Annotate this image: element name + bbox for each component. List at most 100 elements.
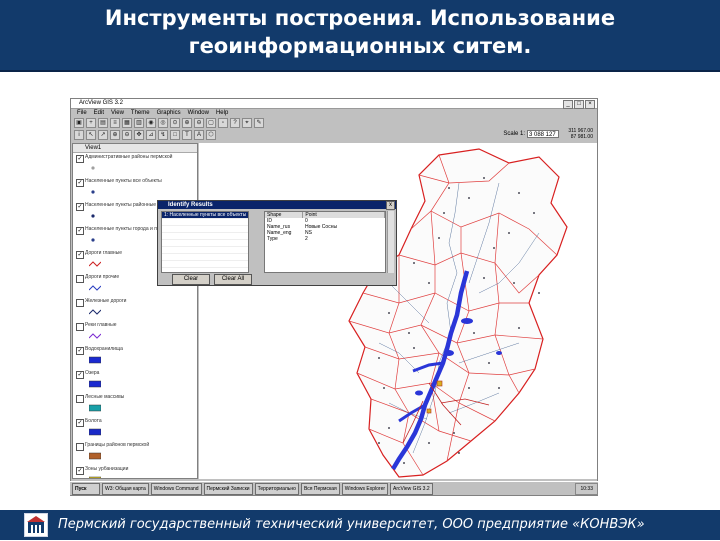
layer-entry[interactable]: Реки главные — [73, 321, 197, 345]
layer-symbol-icon — [89, 285, 101, 291]
layer-visibility-checkbox[interactable] — [76, 299, 84, 307]
save-icon[interactable]: ▣ — [74, 117, 84, 128]
menu-graphics[interactable]: Graphics — [157, 109, 181, 117]
layer-visibility-checkbox[interactable]: ✓ — [76, 347, 84, 355]
list-item[interactable] — [162, 233, 248, 240]
menu-edit[interactable]: Edit — [94, 109, 104, 117]
legend-icon[interactable]: ≡ — [110, 117, 120, 128]
text-icon[interactable]: A — [194, 129, 204, 140]
list-item[interactable] — [162, 219, 248, 226]
taskbar-item[interactable]: Windows Explorer — [341, 482, 389, 495]
menu-help[interactable]: Help — [216, 109, 228, 117]
layer-entry[interactable]: ✓ Болота — [73, 417, 197, 441]
layer-symbol-icon — [89, 309, 101, 315]
layer-entry[interactable]: Границы районов пермской — [73, 441, 197, 465]
select-icon[interactable]: ▢ — [206, 117, 216, 128]
zoom-out-icon[interactable]: ⊖ — [194, 117, 204, 128]
measure-icon[interactable]: ⊿ — [146, 129, 156, 140]
chart-icon[interactable]: ▥ — [134, 117, 144, 128]
locate-icon[interactable]: ⌖ — [242, 117, 252, 128]
identify-feature-list[interactable]: 1: Населенные пункты все объекты — [161, 211, 249, 273]
pan-icon[interactable]: ✥ — [134, 129, 144, 140]
slide-footer: Пермский государственный технический уни… — [0, 510, 720, 540]
table-of-contents: View1 ✓ Административные районы пермской ✓… — [72, 143, 198, 479]
list-item[interactable] — [162, 226, 248, 233]
list-item[interactable] — [162, 254, 248, 261]
scale-input[interactable]: 3 088 127 — [527, 130, 559, 138]
zoom-active-icon[interactable]: ◎ — [158, 117, 168, 128]
layer-name: Лесные массивы — [85, 394, 125, 400]
layer-entry[interactable]: Железные дороги — [73, 297, 197, 321]
layer-name: Границы районов пермской — [85, 442, 150, 448]
zoom-selected-icon[interactable]: ⊙ — [170, 117, 180, 128]
layer-visibility-checkbox[interactable]: ✓ — [76, 179, 84, 187]
label-icon[interactable]: T — [182, 129, 192, 140]
layer-entry[interactable]: ✓ Населенные пункты все объекты — [73, 177, 197, 201]
menu-file[interactable]: File — [77, 109, 87, 117]
layer-visibility-checkbox[interactable] — [76, 395, 84, 403]
hotlink-icon[interactable]: ↯ — [158, 129, 168, 140]
dialog-close-button[interactable]: x — [386, 201, 395, 210]
zoom-in-icon[interactable]: ⊕ — [182, 117, 192, 128]
layer-entry[interactable]: Лесные массивы — [73, 393, 197, 417]
coordinate-readout: 311 967.00 87 981.00 — [568, 128, 593, 140]
layer-symbol-icon — [89, 356, 101, 364]
pointer-icon[interactable]: ↖ — [86, 129, 96, 140]
maximize-button[interactable]: □ — [574, 100, 584, 109]
map-display[interactable] — [199, 143, 597, 479]
layer-name: Водохранилища — [85, 346, 123, 352]
list-item[interactable] — [162, 240, 248, 247]
layer-visibility-checkbox[interactable] — [76, 323, 84, 331]
taskbar-item[interactable]: Территориально — [254, 482, 299, 495]
window-titlebar: ArcView GIS 3.2 _ □ × — [71, 99, 597, 109]
zoom-full-icon[interactable]: ◉ — [146, 117, 156, 128]
list-item[interactable]: 1: Населенные пункты все объекты — [162, 212, 248, 219]
start-button[interactable]: Пуск — [72, 482, 100, 495]
vertex-edit-icon[interactable]: ↗ — [98, 129, 108, 140]
taskbar-item[interactable]: W3: Общая карта — [102, 482, 149, 495]
layer-entry[interactable]: ✓ Административные районы пермской — [73, 153, 197, 177]
layer-visibility-checkbox[interactable]: ✓ — [76, 419, 84, 427]
properties-icon[interactable]: ▤ — [98, 117, 108, 128]
list-item[interactable] — [162, 247, 248, 254]
layer-entry[interactable]: ✓ Зоны урбанизации — [73, 465, 197, 478]
layer-visibility-checkbox[interactable]: ✓ — [76, 371, 84, 379]
identify-icon[interactable]: i — [74, 129, 84, 140]
help-icon[interactable]: ✎ — [254, 117, 264, 128]
menu-view[interactable]: View — [111, 109, 124, 117]
layer-visibility-checkbox[interactable]: ✓ — [76, 467, 84, 475]
menu-theme[interactable]: Theme — [131, 109, 150, 117]
layer-visibility-checkbox[interactable] — [76, 275, 84, 283]
menu-window[interactable]: Window — [188, 109, 209, 117]
query-icon[interactable]: ? — [230, 117, 240, 128]
taskbar-item[interactable]: Пермский Записки — [203, 482, 253, 495]
slide-title: Инструменты построения. Использование ге… — [0, 4, 720, 60]
clear-select-icon[interactable]: ▫ — [218, 117, 228, 128]
taskbar-item[interactable]: Вся Пермская — [300, 482, 340, 495]
draw-icon[interactable]: ⬡ — [206, 129, 216, 140]
taskbar-item[interactable]: Windows Command — [150, 482, 202, 495]
layer-name: Железные дороги — [85, 298, 127, 304]
map-canvas[interactable] — [199, 143, 597, 479]
zoom-tool-icon[interactable]: ⊕ — [110, 129, 120, 140]
add-theme-icon[interactable]: + — [86, 117, 96, 128]
attribute-table: Shape Point ID 0 Name_rus Новые Сосны Na… — [264, 211, 386, 273]
zoomout-tool-icon[interactable]: ⊖ — [122, 129, 132, 140]
close-button[interactable]: × — [585, 100, 595, 109]
layer-visibility-checkbox[interactable]: ✓ — [76, 203, 84, 211]
layer-visibility-checkbox[interactable]: ✓ — [76, 227, 84, 235]
clear-all-button[interactable]: Clear All — [214, 274, 252, 285]
layer-name: Реки главные — [85, 322, 117, 328]
layer-entry[interactable]: ✓ Озера — [73, 369, 197, 393]
layer-visibility-checkbox[interactable]: ✓ — [76, 251, 84, 259]
layer-visibility-checkbox[interactable]: ✓ — [76, 155, 84, 163]
list-item[interactable] — [162, 261, 248, 268]
table-scrollbar[interactable] — [387, 211, 394, 273]
clear-button[interactable]: Clear — [172, 274, 210, 285]
minimize-button[interactable]: _ — [563, 100, 573, 109]
area-of-interest-icon[interactable]: □ — [170, 129, 180, 140]
table-icon[interactable]: ▦ — [122, 117, 132, 128]
layer-entry[interactable]: ✓ Водохранилища — [73, 345, 197, 369]
layer-visibility-checkbox[interactable] — [76, 443, 84, 451]
taskbar-item[interactable]: ArcView GIS 3.2 — [390, 482, 433, 495]
